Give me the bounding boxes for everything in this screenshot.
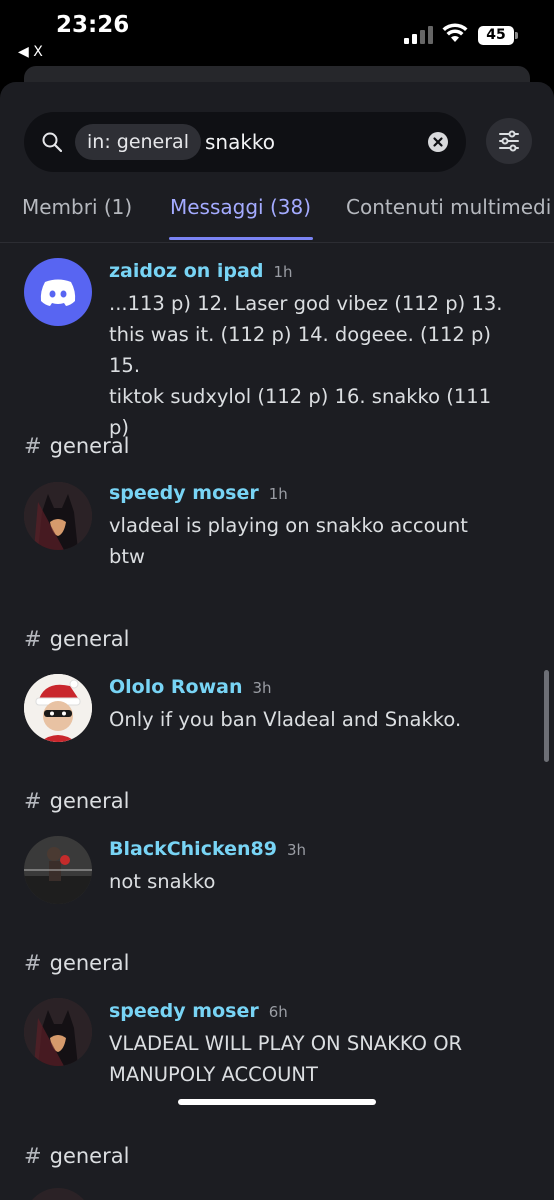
search-tabs: Membri (1) Messaggi (38) Contenuti multi…: [0, 192, 554, 243]
message-content: VLADEAL WILL PLAY ON SNAKKO OR MANUPOLY A…: [109, 1032, 463, 1086]
search-input[interactable]: snakko: [205, 126, 275, 158]
avatar: [24, 836, 92, 904]
status-bar: 23:26 ◀ X 45: [0, 0, 554, 66]
home-indicator[interactable]: [178, 1099, 376, 1105]
message-content: not snakko: [109, 870, 216, 893]
boxer-avatar-icon: [24, 836, 92, 904]
clock: 23:26: [56, 12, 130, 38]
tab-media[interactable]: Contenuti multimedi: [346, 192, 551, 222]
funko-santa-avatar-icon: [24, 674, 92, 742]
tab-members[interactable]: Membri (1): [22, 192, 132, 222]
channel-hash-icon: #: [24, 1144, 42, 1168]
back-to-app-link[interactable]: ◀ X: [18, 44, 43, 60]
channel-filter-chip[interactable]: in: general: [75, 124, 201, 160]
channel-header: # general: [24, 1144, 130, 1168]
message-timestamp: 1h: [273, 263, 293, 281]
message-author[interactable]: BlackChicken89 3h: [109, 838, 306, 860]
channel-header: # general: [24, 434, 130, 458]
batman-avatar-icon: [24, 482, 92, 550]
channel-hash-icon: #: [24, 434, 42, 458]
channel-header: # general: [24, 789, 130, 813]
avatar: [24, 674, 92, 742]
channel-hash-icon: #: [24, 951, 42, 975]
search-sheet: in: general snakko Membri (1) Messaggi (…: [0, 82, 554, 1200]
filter-settings-icon[interactable]: [486, 118, 532, 164]
message-content: vladeal is playing on snakko account btw: [109, 514, 468, 568]
channel-header: # general: [24, 951, 130, 975]
message-timestamp: 6h: [268, 1003, 288, 1021]
search-icon: [42, 132, 62, 152]
discord-logo-icon: [40, 279, 76, 306]
message-author[interactable]: zaidoz on ipad 1h: [109, 260, 293, 282]
batman-avatar-icon: [24, 998, 92, 1066]
message-author[interactable]: Ololo Rowan 3h: [109, 676, 272, 698]
message-timestamp: 1h: [268, 485, 288, 503]
scrollbar[interactable]: [544, 670, 549, 762]
cellular-signal-icon: [404, 26, 434, 44]
channel-header: # general: [24, 627, 130, 651]
message-author[interactable]: speedy moser 6h: [109, 1000, 288, 1022]
avatar: [24, 258, 92, 326]
avatar: [24, 998, 92, 1066]
message-content: Only if you ban Vladeal and Snakko.: [109, 708, 462, 731]
message-timestamp: 3h: [286, 841, 307, 859]
channel-hash-icon: #: [24, 789, 42, 813]
search-bar[interactable]: in: general snakko: [24, 112, 466, 172]
message-content: ...113 p) 12. Laser god vibez (112 p) 13…: [109, 292, 503, 439]
message-author[interactable]: speedy moser 1h: [109, 482, 288, 504]
avatar: [24, 1188, 92, 1200]
tab-messages[interactable]: Messaggi (38): [170, 192, 311, 222]
active-tab-indicator: [169, 237, 313, 240]
battery-icon: 45: [478, 26, 518, 45]
channel-hash-icon: #: [24, 627, 42, 651]
message-timestamp: 3h: [252, 679, 272, 697]
avatar: [24, 482, 92, 550]
clear-search-icon[interactable]: [428, 132, 448, 152]
wifi-icon: [442, 23, 468, 42]
